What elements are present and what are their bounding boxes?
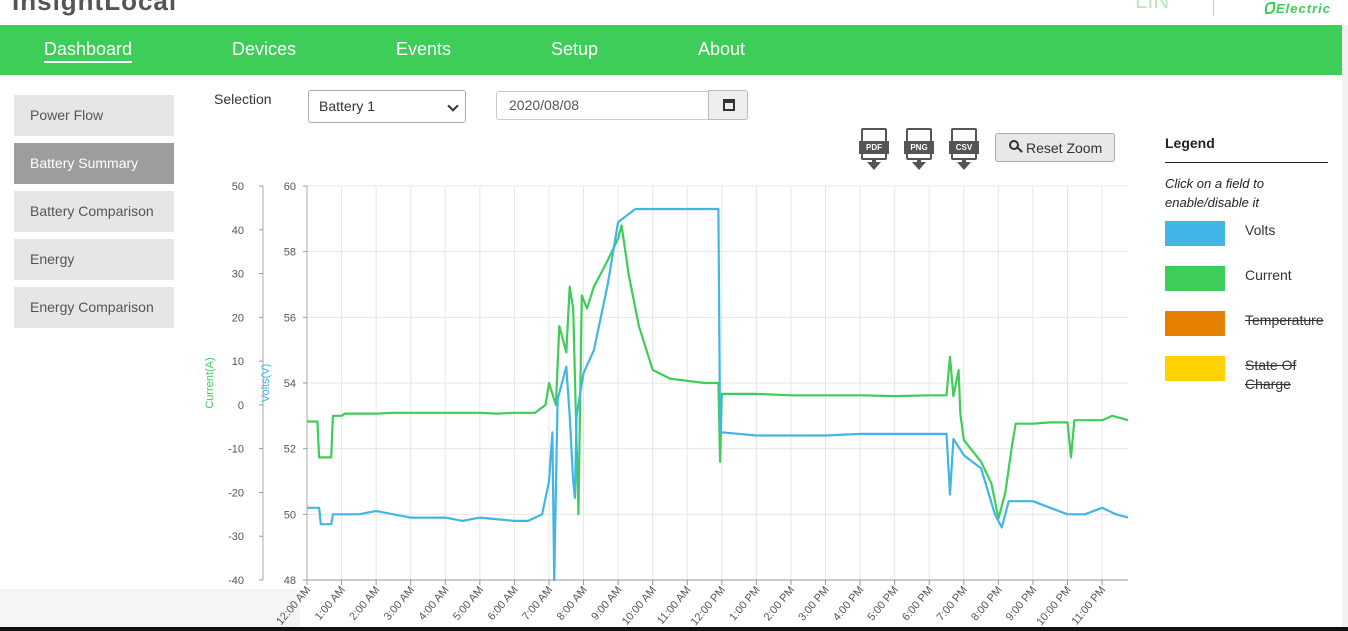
brand-divider [1213,0,1214,16]
x-tick-label: 11:00 PM [1069,584,1108,627]
sidebar-item-energy[interactable]: Energy [14,239,174,280]
reset-zoom-button[interactable]: Reset Zoom [995,133,1115,162]
current-axis-title: Current(A) [204,357,216,408]
top-brand-bar: InsightLocal LIN Electric [0,0,1348,25]
battery-select[interactable]: Battery 1 [308,90,466,123]
legend-label-volts: Volts [1245,222,1276,238]
legend-item-current[interactable]: Current [1165,266,1335,306]
nav-about[interactable]: About [698,39,745,60]
sidebar-item-power-flow[interactable]: Power Flow [14,95,174,136]
battery-select-value: Battery 1 [319,98,376,114]
x-tick-label: 6:00 PM [900,584,936,623]
volts-tick-label: 52 [284,444,296,456]
volts-tick-label: 50 [284,509,296,521]
legend-swatch-state-of-charge [1165,356,1225,381]
legend-swatch-current [1165,266,1225,291]
x-tick-label: 10:00 AM [620,584,659,627]
page-scrollbar[interactable] [1342,25,1348,631]
x-tick-label: 12:00 PM [689,584,728,628]
legend-title: Legend [1165,135,1215,151]
export-pdf-label: PDF [859,141,889,154]
x-tick-label: 7:00 AM [520,584,555,623]
sidebar-item-battery-comparison[interactable]: Battery Comparison [14,191,174,232]
x-tick-label: 10:00 PM [1034,584,1073,628]
calendar-icon [723,99,735,111]
selection-label: Selection [214,91,272,107]
leaf-icon [1265,2,1275,14]
nav-devices[interactable]: Devices [232,39,296,60]
export-pdf-button[interactable]: PDF [859,128,889,174]
x-tick-label: 1:00 PM [727,584,763,623]
legend-divider [1165,162,1328,163]
current-tick-label: 0 [238,400,244,412]
legend-item-temperature[interactable]: Temperature [1165,311,1335,351]
legend-swatch-volts [1165,221,1225,246]
current-tick-label: -20 [228,487,244,499]
x-tick-label: 8:00 PM [969,584,1005,623]
series-line-volts [307,207,1129,582]
volts-tick-label: 60 [284,181,296,193]
x-tick-label: 2:00 AM [347,584,382,623]
volts-axis-title: Volts(V) [260,364,272,403]
volts-tick-label: 48 [284,575,296,587]
current-tick-label: 40 [232,225,244,237]
brand-logo-right-text: Electric [1276,1,1331,16]
x-tick-label: 5:00 PM [865,584,901,623]
legend-label-temperature: Temperature [1245,312,1324,328]
x-tick-label: 4:00 PM [831,584,867,623]
sidebar-item-energy-comparison[interactable]: Energy Comparison [14,287,174,328]
x-tick-label: 9:00 PM [1004,584,1040,623]
x-tick-label: 5:00 AM [451,584,486,623]
brand-logo-right: Electric [1265,1,1331,16]
download-arrow-icon [957,162,971,170]
volts-tick-label: 56 [284,312,296,324]
current-tick-label: 20 [232,312,244,324]
legend-hint: Click on a field to enable/disable it [1165,176,1264,210]
legend-item-volts[interactable]: Volts [1165,221,1335,261]
current-tick-label: 30 [232,269,244,281]
x-tick-label: 7:00 PM [935,584,971,623]
current-tick-label: -10 [228,444,244,456]
main-nav: Dashboard Devices Events Setup About [0,25,1342,75]
legend-label-state-of-charge: State Of Charge [1245,357,1297,392]
export-png-button[interactable]: PNG [904,128,934,174]
volts-tick-label: 54 [284,378,296,390]
reset-zoom-label: Reset Zoom [1026,140,1103,156]
export-png-label: PNG [904,141,934,154]
download-arrow-icon [867,162,881,170]
current-tick-label: -40 [228,575,244,587]
nav-events[interactable]: Events [396,39,451,60]
export-csv-label: CSV [949,141,979,154]
nav-setup[interactable]: Setup [551,39,598,60]
sidebar-item-battery-summary[interactable]: Battery Summary [14,143,174,184]
date-input[interactable]: 2020/08/08 [496,91,709,120]
brand-logo-left: InsightLocal [12,0,178,16]
x-tick-label: 9:00 AM [589,584,624,623]
x-tick-label: 8:00 AM [555,584,590,623]
x-tick-label: 4:00 AM [416,584,451,623]
legend-label-current: Current [1245,267,1292,283]
current-tick-label: -30 [228,531,244,543]
brand-faint-logo: LIN [1135,0,1170,13]
battery-summary-chart[interactable]: 12:00 AM 1:00 AM 2:00 AM 3:00 AM 4:00 AM 5:00… [190,170,1140,628]
legend-item-state-of-charge[interactable]: State Of Charge [1165,356,1335,396]
x-tick-label: 3:00 PM [796,584,832,623]
download-arrow-icon [912,162,926,170]
export-csv-button[interactable]: CSV [949,128,979,174]
series-line-current [307,224,1129,520]
current-tick-label: 50 [232,181,244,193]
x-tick-label: 6:00 AM [486,584,521,623]
x-tick-label: 3:00 AM [382,584,417,623]
x-tick-label: 1:00 AM [313,584,348,623]
calendar-button[interactable] [708,90,748,120]
current-tick-label: 10 [232,356,244,368]
nav-dashboard[interactable]: Dashboard [44,39,133,63]
taskbar-edge [0,627,1348,631]
search-icon-handle [1017,147,1023,153]
legend-swatch-temperature [1165,311,1225,336]
x-tick-label: 2:00 PM [762,584,798,623]
x-tick-label: 12:00 AM [274,584,313,627]
volts-tick-label: 58 [284,247,296,259]
chevron-down-icon [447,100,459,112]
